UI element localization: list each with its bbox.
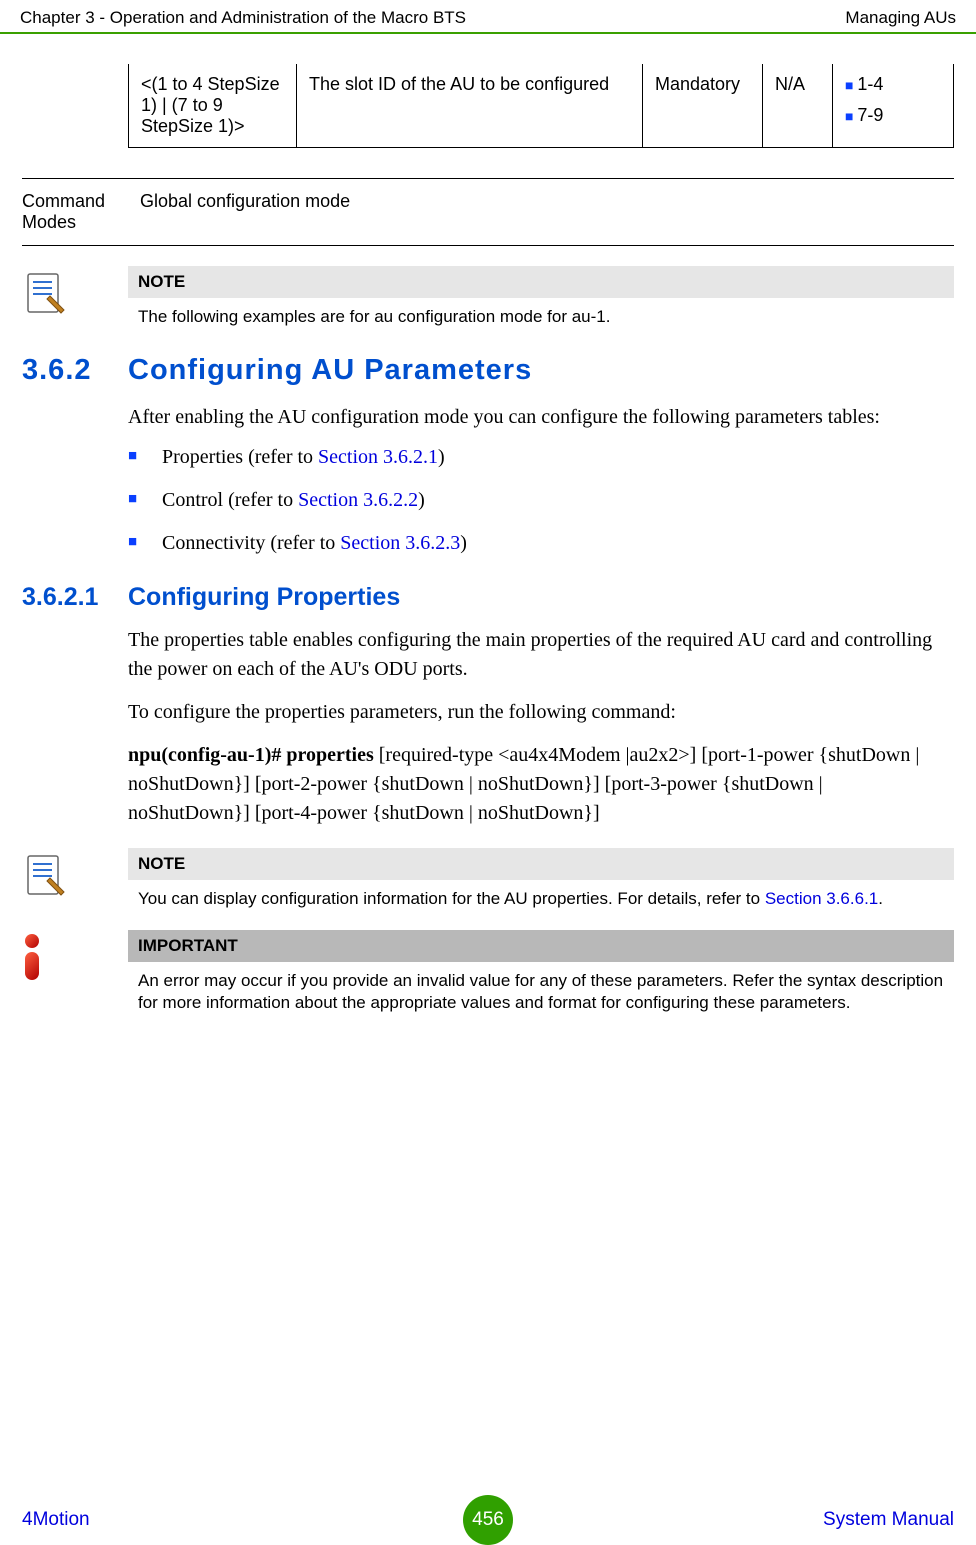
subsection-heading-3621: 3.6.2.1 Configuring Properties xyxy=(22,583,954,612)
col-possible-values: 1-4 7-9 xyxy=(833,64,953,147)
note-block: NOTE You can display configuration infor… xyxy=(22,848,954,910)
value-option: 7-9 xyxy=(845,105,941,126)
section-link[interactable]: Section 3.6.2.1 xyxy=(318,446,438,468)
subsection-title: Configuring Properties xyxy=(128,583,400,612)
bullet-connectivity: Connectivity (refer to Section 3.6.2.3) xyxy=(128,532,948,555)
section-title: Configuring AU Parameters xyxy=(128,354,532,387)
bullet-text: Control (refer to xyxy=(162,489,298,511)
subsection-paragraph: The properties table enables configuring… xyxy=(128,626,948,684)
bullet-control: Control (refer to Section 3.6.2.2) xyxy=(128,489,948,512)
bullet-text-post: ) xyxy=(418,489,425,511)
note-icon xyxy=(22,266,128,328)
footer-page-number: 456 xyxy=(463,1495,513,1545)
col-syntax-value: <(1 to 4 StepSize 1) | (7 to 9 StepSize … xyxy=(129,64,297,147)
important-block: IMPORTANT An error may occur if you prov… xyxy=(22,930,954,1014)
command-modes-label: Command Modes xyxy=(22,191,128,233)
note-text-post: . xyxy=(878,889,883,908)
subsection-number: 3.6.2.1 xyxy=(22,583,128,612)
page-footer: 4Motion 456 System Manual xyxy=(0,1509,976,1531)
important-title: IMPORTANT xyxy=(128,930,954,962)
note-title: NOTE xyxy=(128,266,954,298)
col-default: N/A xyxy=(763,64,833,147)
note-title: NOTE xyxy=(128,848,954,880)
section-link[interactable]: Section 3.6.6.1 xyxy=(765,889,878,908)
important-text: An error may occur if you provide an inv… xyxy=(128,962,954,1014)
note-text-pre: You can display configuration informatio… xyxy=(138,889,765,908)
bullet-text: Properties (refer to xyxy=(162,446,318,468)
command-syntax: npu(config-au-1)# properties [required-t… xyxy=(128,741,948,828)
section-link[interactable]: Section 3.6.2.3 xyxy=(340,532,460,554)
bullet-text-post: ) xyxy=(438,446,445,468)
section-number: 3.6.2 xyxy=(22,354,128,387)
command-modes-value: Global configuration mode xyxy=(128,191,954,233)
command-modes-row: Command Modes Global configuration mode xyxy=(22,178,954,246)
bullet-text-post: ) xyxy=(460,532,467,554)
header-left: Chapter 3 - Operation and Administration… xyxy=(20,8,466,28)
section-heading-362: 3.6.2 Configuring AU Parameters xyxy=(22,354,954,387)
section-intro: After enabling the AU configuration mode… xyxy=(128,403,948,432)
footer-system-manual: System Manual xyxy=(823,1509,954,1531)
note-icon xyxy=(22,848,128,910)
bullet-properties: Properties (refer to Section 3.6.2.1) xyxy=(128,446,948,469)
note-block: NOTE The following examples are for au c… xyxy=(22,266,954,328)
value-option: 1-4 xyxy=(845,74,941,95)
section-link[interactable]: Section 3.6.2.2 xyxy=(298,489,418,511)
syntax-table-row: <(1 to 4 StepSize 1) | (7 to 9 StepSize … xyxy=(128,64,954,148)
command-bold: npu(config-au-1)# properties xyxy=(128,744,374,766)
footer-brand: 4Motion xyxy=(22,1509,90,1531)
important-icon xyxy=(22,930,128,1014)
bullet-text: Connectivity (refer to xyxy=(162,532,340,554)
page-content: <(1 to 4 StepSize 1) | (7 to 9 StepSize … xyxy=(0,34,976,1014)
page-header: Chapter 3 - Operation and Administration… xyxy=(0,0,976,34)
note-text: The following examples are for au config… xyxy=(128,298,954,328)
header-right: Managing AUs xyxy=(845,8,956,28)
col-description: The slot ID of the AU to be configured xyxy=(297,64,643,147)
subsection-paragraph: To configure the properties parameters, … xyxy=(128,698,948,727)
section-bullets: Properties (refer to Section 3.6.2.1) Co… xyxy=(128,446,948,555)
note-text: You can display configuration informatio… xyxy=(128,880,954,910)
col-presence: Mandatory xyxy=(643,64,763,147)
